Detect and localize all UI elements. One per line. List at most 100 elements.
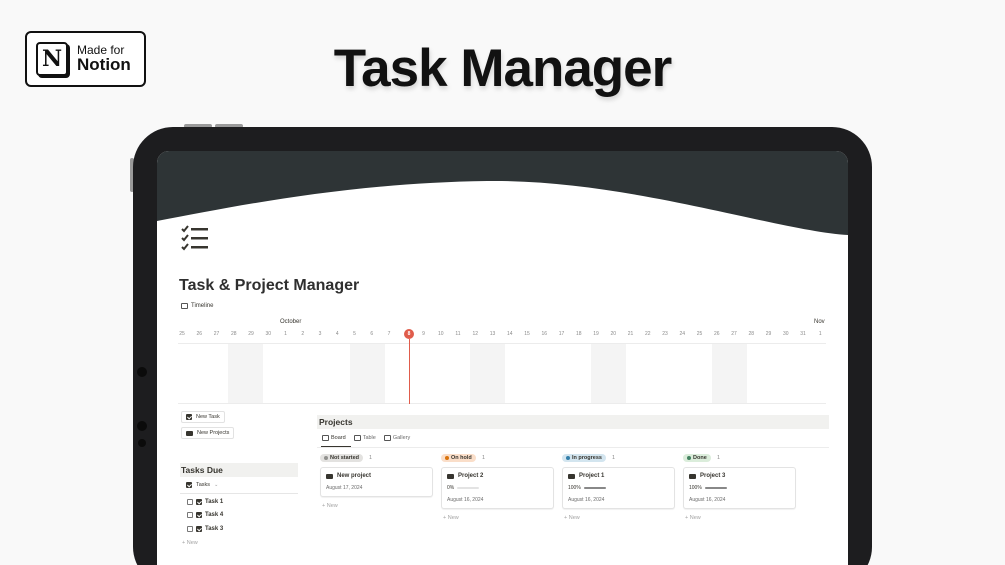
progress-indicator: 100% [689,485,790,491]
status-dot-icon [566,456,570,460]
folder-icon [447,473,454,479]
timeline-day-label: 4 [335,331,339,337]
new-task-button[interactable]: New Task [181,411,225,423]
timeline-icon [181,303,188,309]
task-row[interactable]: Task 1 [187,499,223,505]
tasks-new-button[interactable]: + New [182,540,198,546]
task-checkbox[interactable] [187,512,193,518]
tab-table[interactable]: Table [353,435,376,441]
folder-icon [568,473,575,479]
project-card[interactable]: Project 1 100% August 16, 2024 [562,467,675,509]
tab-board[interactable]: Board [322,435,346,441]
tab-gallery[interactable]: Gallery [383,435,410,441]
task-label: Task 4 [205,512,224,518]
column-new-button[interactable]: + New [564,515,580,521]
status-badge: Not started [320,454,364,462]
timeline-day-label: 28 [748,331,755,337]
timeline-day-label: 23 [662,331,668,337]
timeline-day-label: 29 [248,331,254,337]
timeline-view[interactable]: October Nov 25 26 27 28 29 30 1 2 3 4 5 6 7 9 10 11 12 13… [178,319,826,405]
timeline-day-label: 20 [610,331,617,337]
project-date: August 17, 2024 [326,485,363,491]
folder-icon [689,473,696,479]
project-card[interactable]: New project August 17, 2024 [320,467,433,497]
timeline-day-label: 5 [353,331,356,337]
notion-page: Task & Project Manager Timeline October … [157,151,848,565]
checklist-icon [181,225,208,251]
project-date: August 16, 2024 [568,497,605,503]
progress-indicator: 0% [447,485,548,491]
timeline-day-label: 29 [765,331,772,337]
timeline-day-label: 11 [455,331,461,337]
checkbox-icon [186,414,192,420]
tasks-due-heading: Tasks Due [180,463,298,477]
task-label: Task 3 [205,526,224,532]
status-dot-icon [445,456,449,460]
task-row[interactable]: Task 3 [187,526,223,532]
timeline-day-label: 13 [489,331,496,337]
board-icon [322,435,329,441]
today-line [409,339,410,404]
column-count: 1 [482,455,486,461]
weekend-shade [712,344,747,403]
gallery-icon [383,435,391,441]
status-label: Not started [330,455,360,461]
column-new-button[interactable]: + New [685,515,701,521]
projects-view-tabs: Board Table Gallery [322,435,410,441]
task-checkbox[interactable] [187,526,193,532]
checkbox-icon [196,499,202,505]
timeline-day-label: 18 [575,331,582,337]
today-marker: 8 [404,329,414,339]
tab-timeline-label: Timeline [191,303,214,309]
month-label-october: October [280,319,302,325]
chevron-down-icon: ⌄ [214,482,219,488]
hero-title: Task Manager [333,39,673,98]
timeline-day-label: 25 [696,331,703,337]
new-projects-button[interactable]: New Projects [181,427,235,439]
divider [317,447,829,448]
task-label: Task 1 [205,499,224,505]
task-checkbox[interactable] [187,499,193,505]
tablet-camera [137,367,147,377]
status-dot-icon [324,456,328,460]
timeline-day-label: 14 [506,331,513,337]
timeline-day-label: 30 [265,331,272,337]
tablet-sensor [137,421,147,431]
table-icon [353,435,361,441]
column-new-button[interactable]: + New [443,515,459,521]
timeline-grid [178,343,826,404]
progress-indicator: 100% [568,485,669,491]
timeline-day-label: 2 [301,331,305,337]
status-dot-icon [687,456,691,460]
stage: N Made for Notion Task Manager Task & Pr… [0,0,1005,565]
project-card[interactable]: Project 3 100% August 16, 2024 [683,467,796,509]
project-date: August 16, 2024 [447,497,484,503]
status-badge: In progress [562,454,606,462]
tasks-view-label: Tasks [196,482,211,488]
project-card[interactable]: Project 2 0% August 16, 2024 [441,467,554,509]
timeline-day-label: 27 [213,331,220,337]
tablet-sensor-2 [138,439,146,447]
timeline-day-label: 1 [818,331,822,337]
progress-bar [583,487,606,489]
folder-icon [326,473,333,479]
tasks-view-selector[interactable]: Tasks ⌄ [186,482,218,488]
timeline-day-label: 27 [731,331,737,337]
timeline-day-label: 16 [541,331,548,337]
timeline-day-label: 22 [644,331,651,337]
cover-image [157,151,848,235]
checkbox-icon [196,512,202,518]
timeline-day-label: 26 [713,331,720,337]
tab-timeline[interactable]: Timeline [181,303,213,309]
timeline-day-label: 24 [679,331,686,337]
new-task-label: New Task [196,414,220,420]
timeline-day-label: 28 [230,331,237,337]
projects-heading: Projects [317,415,829,429]
column-count: 1 [717,455,721,461]
timeline-day-label: 31 [800,331,806,337]
project-card-title: New project [326,473,427,479]
task-row[interactable]: Task 4 [187,512,223,518]
progress-bar [704,487,727,489]
timeline-day-label: 6 [370,331,374,337]
column-new-button[interactable]: + New [322,503,338,509]
